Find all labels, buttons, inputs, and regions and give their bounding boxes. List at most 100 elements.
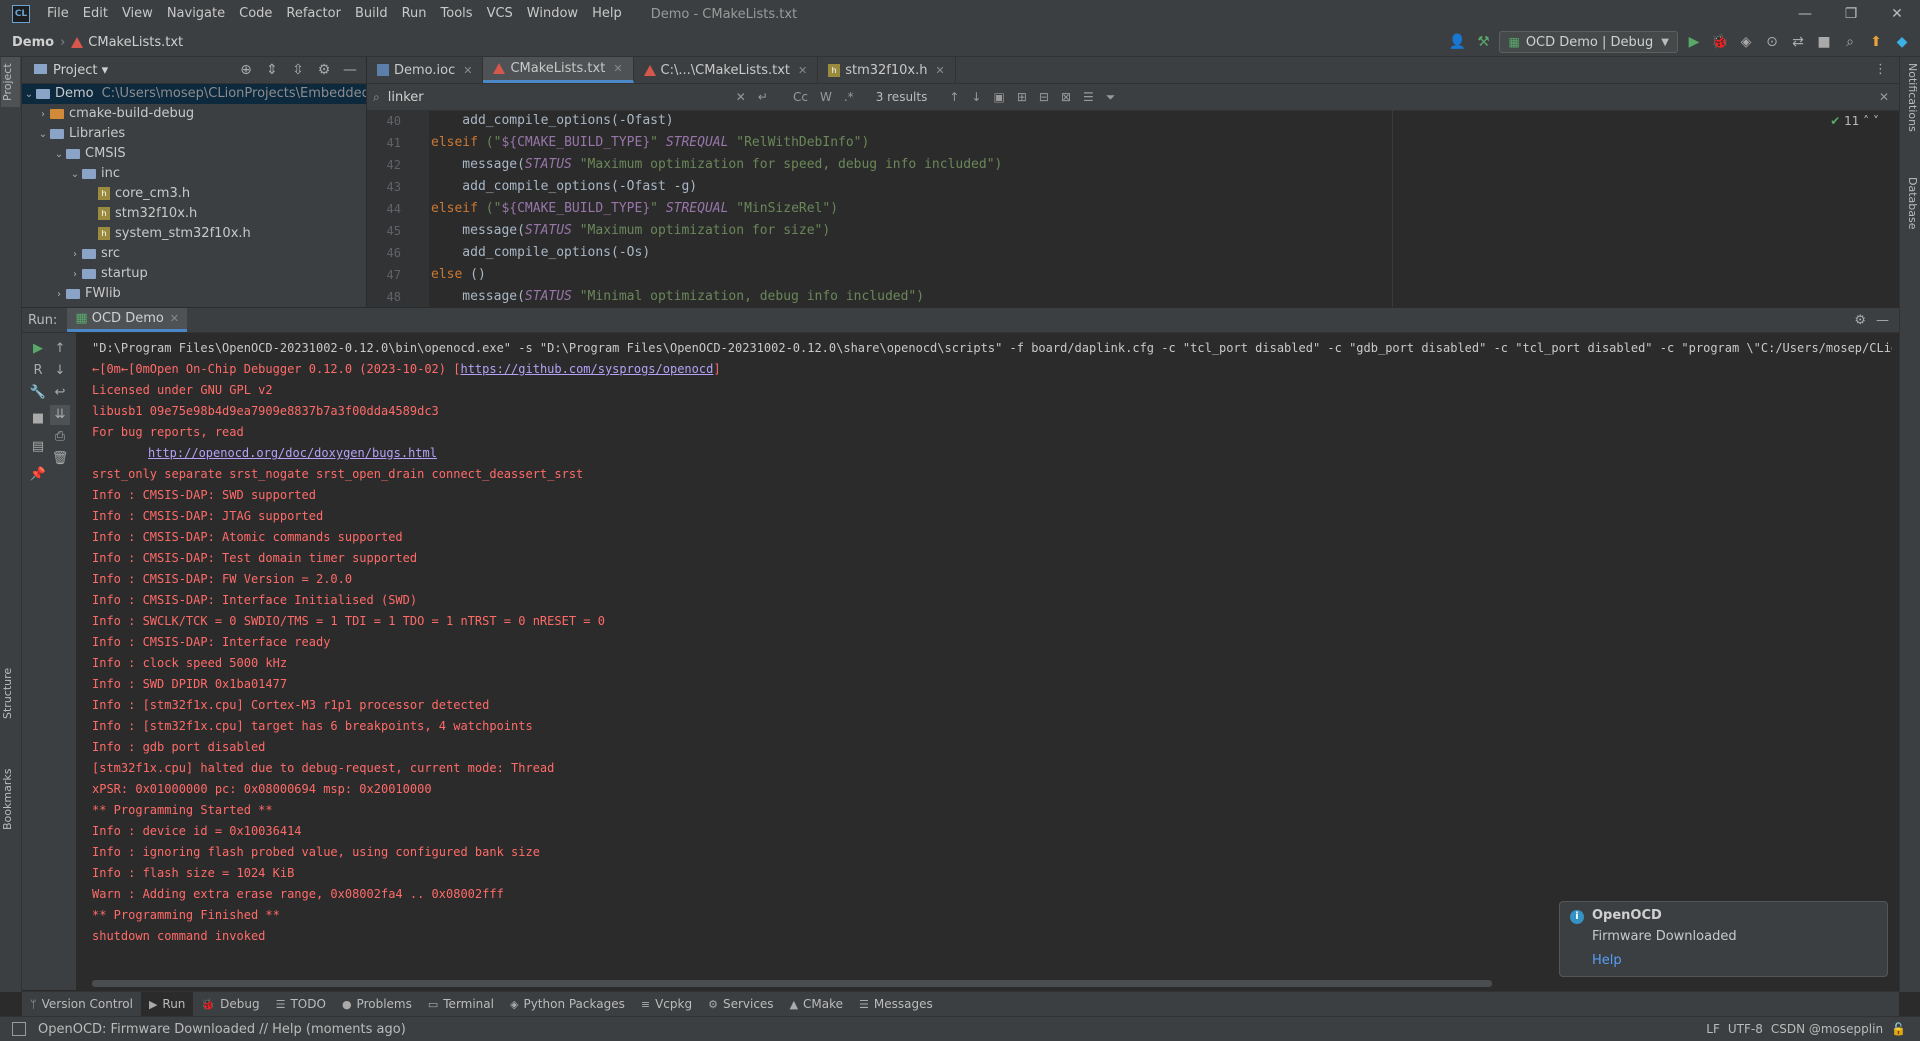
wrench-icon[interactable]: 🔧 [28,383,48,403]
scroll-to-end-icon[interactable]: ⇊ [50,405,70,425]
line-separator-widget[interactable]: LF [1706,1022,1720,1036]
tool-vcpkg[interactable]: ≡ Vcpkg [633,992,700,1016]
tree-item-cmsis[interactable]: ⌄ CMSIS [22,144,366,164]
lock-icon[interactable]: 🔓 [1891,1022,1906,1036]
scroll-down-icon[interactable]: ↓ [50,361,70,381]
whole-words-toggle[interactable]: W [820,90,832,104]
expand-all-icon[interactable]: ⇕ [262,60,282,80]
project-tool-tab[interactable]: Project [1,57,20,107]
gear-icon[interactable]: ⚙ [1854,313,1866,328]
menu-vcs[interactable]: VCS [480,0,520,28]
search-icon[interactable]: ⌕ [1840,32,1860,52]
attach-icon[interactable]: ⇄ [1788,32,1808,52]
structure-tool-tab[interactable]: Structure [1,657,20,729]
tool-services[interactable]: ⚙ Services [700,992,781,1016]
tab-demo-ioc[interactable]: Demo.ioc ✕ [367,57,484,83]
search-icon[interactable]: ⌕ [373,90,380,105]
menu-navigate[interactable]: Navigate [160,0,232,28]
close-icon[interactable]: ✕ [798,64,807,77]
debug-icon[interactable]: 🐞 [1710,32,1730,52]
console-link[interactable]: https://github.com/sysprogs/openocd [460,362,713,376]
stop-icon[interactable]: ■ [1814,32,1834,52]
restore-layout-icon[interactable]: R [28,361,48,381]
tree-item-src[interactable]: › src [22,244,366,264]
close-find-icon[interactable]: ✕ [1879,90,1889,104]
menu-edit[interactable]: Edit [76,0,115,28]
tool-version-control[interactable]: ᛘ Version Control [22,992,141,1016]
print-icon[interactable]: ⎙ [50,427,70,447]
search-input[interactable] [385,88,730,106]
database-tool-tab[interactable]: Database [1902,177,1919,241]
build-hammer-icon[interactable]: ⚒ [1473,32,1493,52]
menu-run[interactable]: Run [395,0,434,28]
select-all-occurrences-icon[interactable]: ⊠ [1061,90,1071,104]
toggle-tool-windows-icon[interactable] [12,1022,26,1036]
coverage-icon[interactable]: ◈ [1736,32,1756,52]
tool-terminal[interactable]: ▭ Terminal [420,992,502,1016]
menu-build[interactable]: Build [348,0,395,28]
filter-icon[interactable]: ⏷ [1106,90,1116,105]
hide-panel-icon[interactable]: — [1876,313,1889,328]
console-output[interactable]: "D:\Program Files\OpenOCD-20231002-0.12.… [92,338,1892,968]
minimize-button[interactable]: — [1782,0,1828,28]
menu-code[interactable]: Code [232,0,279,28]
layout-icon[interactable]: ▤ [28,437,48,457]
tool-cmake[interactable]: ▲ CMake [782,992,851,1016]
regex-toggle[interactable]: .* [844,90,854,104]
status-message[interactable]: OpenOCD: Firmware Downloaded // Help (mo… [38,1022,406,1037]
remove-selection-icon[interactable]: ⊟ [1039,90,1049,104]
tab-cmakelists[interactable]: CMakeLists.txt ✕ [483,57,634,83]
more-options-icon[interactable]: ⋮ [1862,57,1899,83]
clear-search-icon[interactable]: ✕ [736,90,746,104]
profiler-icon[interactable]: ⊙ [1762,32,1782,52]
tree-item-cmake-build-debug[interactable]: › cmake-build-debug [22,104,366,124]
menu-file[interactable]: File [40,0,76,28]
run-configuration-selector[interactable]: ▦ OCD Demo | Debug ▼ [1499,31,1678,53]
menu-view[interactable]: View [115,0,160,28]
hide-panel-icon[interactable]: — [340,60,360,80]
menu-window[interactable]: Window [520,0,585,28]
tool-messages[interactable]: ☰ Messages [851,992,941,1016]
tool-problems[interactable]: ● Problems [334,992,420,1016]
trash-icon[interactable]: 🗑 [50,449,70,469]
previous-occurrence-icon[interactable]: ↑ [949,90,959,104]
tab-cmakelists-other[interactable]: C:\...\CMakeLists.txt ✕ [634,57,819,83]
code-editor[interactable]: 40 41 42 43 44 45 46 47 48 add_compile_o… [367,110,1899,307]
breadcrumb-file[interactable]: CMakeLists.txt [88,35,183,50]
tool-debug[interactable]: 🐞 Debug [193,992,267,1016]
gear-icon[interactable]: ⚙ [314,60,334,80]
jetbrains-toolbox-icon[interactable]: ◆ [1892,32,1912,52]
notification-help-link[interactable]: Help [1592,953,1622,968]
breadcrumb-project[interactable]: Demo [12,35,54,50]
inspection-widget[interactable]: ✔ 11 ˄ ˅ [1830,114,1879,128]
close-icon[interactable]: ✕ [935,64,944,77]
tree-item-libraries[interactable]: ⌄ Libraries [22,124,366,144]
menu-help[interactable]: Help [585,0,629,28]
tool-todo[interactable]: ☰ TODO [268,992,334,1016]
new-line-icon[interactable]: ↵ [758,90,768,104]
select-all-icon[interactable]: ▣ [993,90,1004,104]
next-occurrence-icon[interactable]: ↓ [971,90,981,104]
menu-refactor[interactable]: Refactor [279,0,348,28]
close-window-button[interactable]: ✕ [1874,0,1920,28]
close-icon[interactable]: ✕ [170,312,179,325]
locate-icon[interactable]: ⊕ [236,60,256,80]
collapse-all-icon[interactable]: ⇳ [288,60,308,80]
tool-python-packages[interactable]: ◈ Python Packages [502,992,633,1016]
tree-item-core-cm3-h[interactable]: h core_cm3.h [22,184,366,204]
console-link[interactable]: http://openocd.org/doc/doxygen/bugs.html [148,446,437,460]
run-icon[interactable]: ▶ [1684,32,1704,52]
rerun-icon[interactable]: ▶ [28,339,48,359]
tool-run[interactable]: ▶ Run [140,992,194,1016]
menu-tools[interactable]: Tools [434,0,480,28]
tree-item-demo[interactable]: ⌄ Demo C:\Users\mosep\CLionProjects\Embedd… [22,84,366,104]
tree-item-startup[interactable]: › startup [22,264,366,284]
filter-options-icon[interactable]: ☰ [1083,90,1094,104]
tree-item-inc[interactable]: ⌄ inc [22,164,366,184]
horizontal-scrollbar[interactable] [92,980,1492,987]
user-icon[interactable]: 👤 [1447,32,1467,52]
project-view-selector[interactable]: Project ▾ [34,63,108,78]
scroll-up-icon[interactable]: ↑ [50,339,70,359]
encoding-widget[interactable]: UTF-8 [1728,1022,1763,1036]
tab-ocd-demo[interactable]: ▦ OCD Demo ✕ [67,308,188,332]
